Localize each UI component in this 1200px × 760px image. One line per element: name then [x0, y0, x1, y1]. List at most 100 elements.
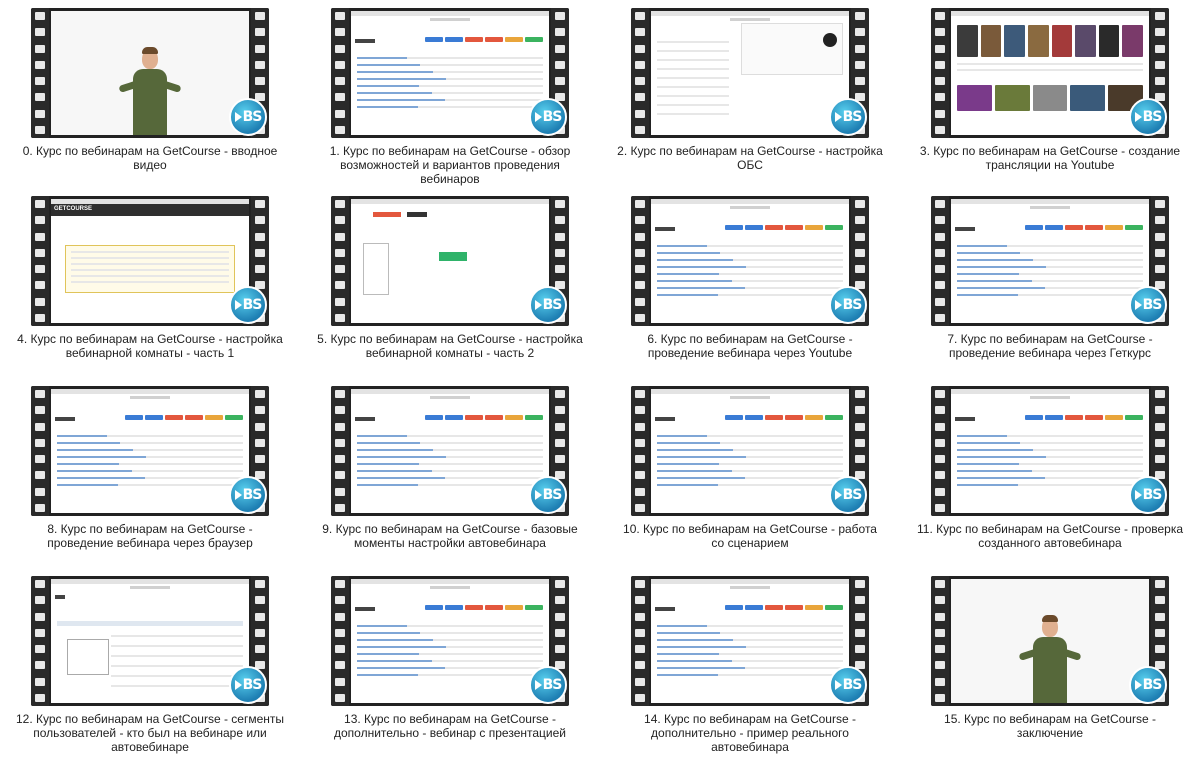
film-strip-left: [331, 386, 349, 516]
player-badge-icon: BS: [229, 286, 267, 324]
player-badge-icon: BS: [529, 666, 567, 704]
video-file-name: 10. Курс по вебинарам на GetCourse - раб…: [623, 522, 877, 550]
player-badge-icon: BS: [1129, 286, 1167, 324]
video-file-name: 9. Курс по вебинарам на GetCourse - базо…: [322, 522, 578, 550]
video-thumbnail[interactable]: BS: [331, 196, 569, 326]
badge-label: BS: [842, 487, 863, 503]
video-file-item[interactable]: BS 3. Курс по вебинарам на GetCourse - со…: [900, 0, 1200, 188]
player-badge-icon: BS: [829, 286, 867, 324]
badge-label: BS: [242, 677, 263, 693]
badge-label: BS: [842, 677, 863, 693]
film-strip-left: [31, 8, 49, 138]
video-thumbnail[interactable]: GETCOURSE BS: [31, 196, 269, 326]
video-thumbnail[interactable]: BS: [331, 576, 569, 706]
film-strip-left: [331, 8, 349, 138]
video-thumbnail[interactable]: BS: [331, 386, 569, 516]
video-thumbnail[interactable]: BS: [931, 196, 1169, 326]
video-file-item[interactable]: BS 14. Курс по вебинарам на GetCourse - д…: [600, 568, 900, 760]
thumbnail-preview: [351, 11, 549, 135]
video-file-item[interactable]: BS 6. Курс по вебинарам на GetCourse - пр…: [600, 188, 900, 378]
badge-label: BS: [242, 297, 263, 313]
video-file-item[interactable]: BS 11. Курс по вебинарам на GetCourse - п…: [900, 378, 1200, 568]
badge-label: BS: [542, 297, 563, 313]
player-badge-icon: BS: [229, 476, 267, 514]
thumbnail-preview: [951, 579, 1149, 703]
badge-label: BS: [1142, 109, 1163, 125]
thumbnail-preview: [951, 199, 1149, 323]
thumbnail-preview: [351, 579, 549, 703]
player-badge-icon: BS: [529, 98, 567, 136]
video-file-name: 15. Курс по вебинарам на GetCourse - зак…: [944, 712, 1156, 740]
film-strip-left: [931, 8, 949, 138]
player-badge-icon: BS: [529, 286, 567, 324]
thumbnail-preview: [51, 11, 249, 135]
player-badge-icon: BS: [1129, 666, 1167, 704]
video-thumbnail[interactable]: BS: [631, 8, 869, 138]
film-strip-left: [31, 386, 49, 516]
badge-label: BS: [242, 487, 263, 503]
film-strip-left: [31, 576, 49, 706]
player-badge-icon: BS: [1129, 476, 1167, 514]
film-strip-left: [931, 386, 949, 516]
player-badge-icon: BS: [229, 666, 267, 704]
video-file-item[interactable]: BS 7. Курс по вебинарам на GetCourse - пр…: [900, 188, 1200, 378]
video-file-item[interactable]: BS 13. Курс по вебинарам на GetCourse - д…: [300, 568, 600, 760]
thumbnail-preview: [651, 11, 849, 135]
video-thumbnail[interactable]: BS: [931, 576, 1169, 706]
video-file-name: 7. Курс по вебинарам на GetCourse - пров…: [947, 332, 1153, 360]
film-strip-left: [931, 576, 949, 706]
video-thumbnail[interactable]: BS: [331, 8, 569, 138]
badge-label: BS: [242, 109, 263, 125]
film-strip-left: [631, 8, 649, 138]
video-file-item[interactable]: BS 12. Курс по вебинарам на GetCourse - с…: [0, 568, 300, 760]
thumbnail-preview: [951, 11, 1149, 135]
film-strip-left: [631, 386, 649, 516]
video-file-name: 12. Курс по вебинарам на GetCourse - сег…: [15, 712, 285, 754]
video-file-name: 2. Курс по вебинарам на GetCourse - наст…: [617, 144, 883, 172]
presenter-figure: [1018, 615, 1082, 703]
film-strip-left: [631, 196, 649, 326]
video-file-item[interactable]: BS 9. Курс по вебинарам на GetCourse - ба…: [300, 378, 600, 568]
video-thumbnail[interactable]: BS: [31, 386, 269, 516]
video-file-item[interactable]: GETCOURSE BS 4. Курс по вебинарам на GetCo…: [0, 188, 300, 378]
badge-label: BS: [842, 297, 863, 313]
video-file-name: 8. Курс по вебинарам на GetCourse - пров…: [47, 522, 253, 550]
video-thumbnail[interactable]: BS: [631, 386, 869, 516]
video-file-item[interactable]: BS 10. Курс по вебинарам на GetCourse - р…: [600, 378, 900, 568]
badge-label: BS: [1142, 677, 1163, 693]
video-file-item[interactable]: BS 5. Курс по вебинарам на GetCourse - на…: [300, 188, 600, 378]
film-strip-left: [631, 576, 649, 706]
video-thumbnail[interactable]: BS: [931, 8, 1169, 138]
presenter-figure: [118, 47, 182, 135]
video-thumbnail[interactable]: BS: [631, 576, 869, 706]
thumbnail-preview: [651, 579, 849, 703]
video-file-name: 5. Курс по вебинарам на GetCourse - наст…: [317, 332, 583, 360]
video-file-item[interactable]: BS 1. Курс по вебинарам на GetCourse - об…: [300, 0, 600, 188]
video-file-item[interactable]: BS 15. Курс по вебинарам на GetCourse - з…: [900, 568, 1200, 760]
thumbnail-preview: [351, 199, 549, 323]
player-badge-icon: BS: [829, 666, 867, 704]
badge-label: BS: [842, 109, 863, 125]
video-thumbnail[interactable]: BS: [631, 196, 869, 326]
video-thumbnail[interactable]: BS: [31, 576, 269, 706]
video-thumbnail[interactable]: BS: [31, 8, 269, 138]
player-badge-icon: BS: [529, 476, 567, 514]
player-badge-icon: BS: [829, 476, 867, 514]
video-file-name: 11. Курс по вебинарам на GetCourse - про…: [916, 522, 1184, 550]
video-file-name: 4. Курс по вебинарам на GetCourse - наст…: [17, 332, 283, 360]
video-file-grid: BS 0. Курс по вебинарам на GetCourse - вв…: [0, 0, 1200, 760]
video-file-item[interactable]: BS 2. Курс по вебинарам на GetCourse - на…: [600, 0, 900, 188]
thumbnail-preview: [351, 389, 549, 513]
video-file-name: 1. Курс по вебинарам на GetCourse - обзо…: [329, 144, 571, 186]
thumbnail-preview: [51, 389, 249, 513]
thumbnail-preview: GETCOURSE: [51, 199, 249, 323]
film-strip-left: [31, 196, 49, 326]
video-file-item[interactable]: BS 0. Курс по вебинарам на GetCourse - вв…: [0, 0, 300, 188]
video-file-item[interactable]: BS 8. Курс по вебинарам на GetCourse - пр…: [0, 378, 300, 568]
film-strip-left: [331, 576, 349, 706]
thumbnail-preview: [51, 579, 249, 703]
badge-label: BS: [1142, 487, 1163, 503]
video-thumbnail[interactable]: BS: [931, 386, 1169, 516]
badge-label: BS: [542, 487, 563, 503]
player-badge-icon: BS: [1129, 98, 1167, 136]
